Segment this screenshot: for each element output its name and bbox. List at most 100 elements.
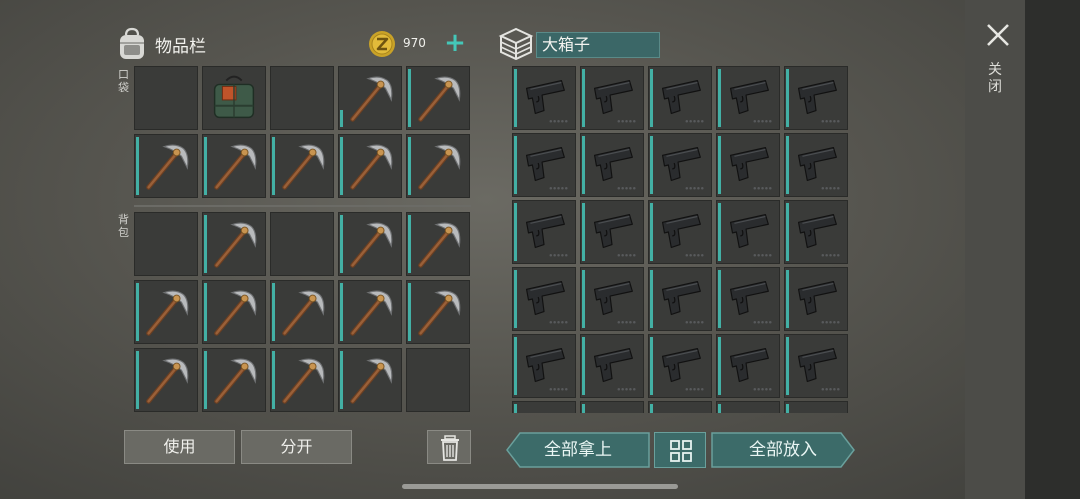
- pickaxe-slot[interactable]: [338, 134, 402, 198]
- plus-icon[interactable]: +: [442, 30, 468, 58]
- durability-bar: [786, 337, 789, 395]
- pickaxe-slot[interactable]: [338, 66, 402, 130]
- pickaxe-slot[interactable]: [134, 134, 198, 198]
- pistol-icon: [661, 280, 704, 324]
- durability-bar: [514, 136, 517, 194]
- empty-slot[interactable]: [134, 66, 198, 130]
- take-all-button[interactable]: 全部拿上: [506, 432, 650, 468]
- pickaxe-icon: [282, 144, 325, 190]
- pistol-slot[interactable]: [716, 200, 780, 264]
- pickaxe-slot[interactable]: [270, 348, 334, 412]
- pistol-slot[interactable]: [716, 267, 780, 331]
- storage-scroll-area[interactable]: [512, 66, 852, 413]
- pickaxe-slot[interactable]: [202, 134, 266, 198]
- empty-slot[interactable]: [406, 348, 470, 412]
- put-all-button[interactable]: 全部放入: [711, 432, 855, 468]
- pickaxe-slot[interactable]: [202, 348, 266, 412]
- pistol-slot[interactable]: [512, 200, 576, 264]
- pistol-slot[interactable]: [512, 267, 576, 331]
- pickaxe-slot[interactable]: [270, 134, 334, 198]
- pickaxe-slot[interactable]: [406, 212, 470, 276]
- durability-bar: [340, 137, 343, 195]
- pistol-icon: [581, 402, 643, 413]
- inventory-title: 物品栏: [155, 36, 206, 57]
- pistol-slot[interactable]: [648, 401, 712, 413]
- pistol-icon: [785, 402, 847, 413]
- home-indicator[interactable]: [402, 484, 678, 489]
- pistol-icon: [797, 280, 840, 324]
- trash-button[interactable]: [427, 430, 471, 464]
- durability-bar: [340, 283, 343, 341]
- pistol-slot[interactable]: [784, 200, 848, 264]
- pistol-slot[interactable]: [580, 200, 644, 264]
- close-label[interactable]: 关闭: [988, 62, 1008, 96]
- pickaxe-icon: [350, 290, 393, 336]
- empty-slot[interactable]: [270, 212, 334, 276]
- screen-edge: [1025, 0, 1080, 499]
- pistol-slot[interactable]: [512, 66, 576, 130]
- pistol-slot[interactable]: [784, 334, 848, 398]
- close-icon[interactable]: [985, 22, 1011, 48]
- durability-bar: [718, 337, 721, 395]
- pistol-slot[interactable]: [648, 133, 712, 197]
- pistol-slot[interactable]: [784, 66, 848, 130]
- durability-bar: [582, 136, 585, 194]
- durability-bar: [718, 270, 721, 328]
- durability-bar: [272, 137, 275, 195]
- pickaxe-slot[interactable]: [338, 348, 402, 412]
- pistol-icon: [661, 146, 704, 190]
- durability-bar: [514, 337, 517, 395]
- pistol-slot[interactable]: [716, 66, 780, 130]
- pistol-slot[interactable]: [784, 267, 848, 331]
- pickaxe-slot[interactable]: [406, 66, 470, 130]
- pistol-icon: [729, 347, 772, 391]
- pistol-icon: [661, 79, 704, 123]
- pistol-slot[interactable]: [716, 133, 780, 197]
- pickaxe-icon: [146, 144, 189, 190]
- pistol-slot[interactable]: [512, 334, 576, 398]
- pickaxe-slot[interactable]: [338, 212, 402, 276]
- pickaxe-slot[interactable]: [134, 348, 198, 412]
- backpack-icon: [120, 27, 144, 59]
- pickaxe-slot[interactable]: [406, 280, 470, 344]
- pistol-slot[interactable]: [784, 133, 848, 197]
- pistol-slot[interactable]: [716, 334, 780, 398]
- durability-bar: [786, 404, 789, 413]
- storage-name-field[interactable]: 大箱子: [536, 32, 660, 58]
- durability-bar: [650, 203, 653, 261]
- pickaxe-slot[interactable]: [202, 280, 266, 344]
- empty-slot[interactable]: [134, 212, 198, 276]
- empty-slot[interactable]: [270, 66, 334, 130]
- explosive-slot[interactable]: [202, 66, 266, 130]
- pistol-slot[interactable]: [648, 200, 712, 264]
- coin-count: 970: [403, 36, 426, 50]
- pistol-slot[interactable]: [580, 334, 644, 398]
- pickaxe-slot[interactable]: [338, 280, 402, 344]
- inventory-header: 物品栏: [117, 24, 206, 64]
- pistol-icon: [661, 213, 704, 257]
- pistol-slot[interactable]: [580, 401, 644, 413]
- pistol-slot[interactable]: [512, 401, 576, 413]
- pistol-slot[interactable]: [648, 267, 712, 331]
- pistol-slot[interactable]: [648, 66, 712, 130]
- pickaxe-slot[interactable]: [202, 212, 266, 276]
- pickaxe-icon: [418, 76, 461, 122]
- pistol-slot[interactable]: [580, 267, 644, 331]
- pistol-slot[interactable]: [580, 66, 644, 130]
- split-button[interactable]: 分开: [241, 430, 352, 464]
- durability-bar: [272, 283, 275, 341]
- grid-view-button[interactable]: [654, 432, 706, 468]
- pickaxe-slot[interactable]: [134, 280, 198, 344]
- pistol-icon: [797, 213, 840, 257]
- durability-bar: [786, 270, 789, 328]
- use-button[interactable]: 使用: [124, 430, 235, 464]
- pistol-slot[interactable]: [512, 133, 576, 197]
- pistol-slot[interactable]: [716, 401, 780, 413]
- durability-bar: [340, 215, 343, 273]
- pistol-slot[interactable]: [648, 334, 712, 398]
- pistol-slot[interactable]: [784, 401, 848, 413]
- pistol-slot[interactable]: [580, 133, 644, 197]
- pistol-icon: [593, 146, 636, 190]
- pickaxe-slot[interactable]: [406, 134, 470, 198]
- pickaxe-slot[interactable]: [270, 280, 334, 344]
